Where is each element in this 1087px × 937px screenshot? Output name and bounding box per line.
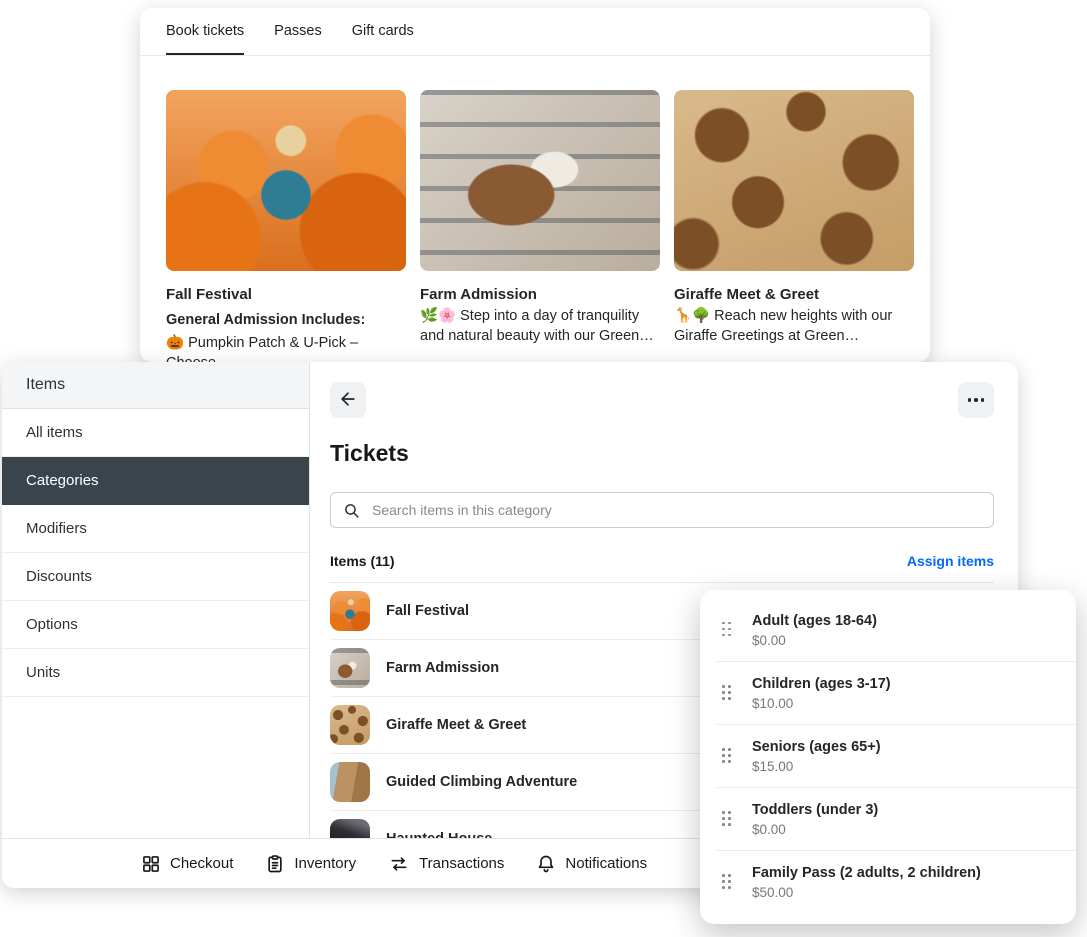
variant-price: $10.00 [752, 696, 891, 711]
item-name: Farm Admission [386, 660, 499, 676]
card-farm-admission[interactable]: Farm Admission 🌿🌸 Step into a day of tra… [420, 90, 660, 362]
card-fall-festival[interactable]: Fall Festival General Admission Includes… [166, 90, 406, 362]
inventory-clipboard-icon [265, 854, 285, 874]
variant-price: $0.00 [752, 822, 878, 837]
transactions-arrows-icon [388, 854, 410, 874]
card-title: Fall Festival [166, 286, 406, 303]
more-options-button[interactable] [958, 382, 994, 418]
drag-handle-icon[interactable] [722, 747, 734, 765]
variant-row-adult[interactable]: Adult (ages 18-64) $0.00 [700, 598, 1076, 661]
nav-notifications[interactable]: Notifications [536, 854, 647, 874]
category-title: Tickets [330, 440, 994, 467]
search-input[interactable] [370, 501, 981, 519]
variant-name: Seniors (ages 65+) [752, 738, 881, 756]
variant-price: $50.00 [752, 885, 981, 900]
booking-window: Book tickets Passes Gift cards Fall Fest… [140, 8, 930, 362]
fall-festival-photo [166, 90, 406, 271]
drag-handle-icon[interactable] [722, 873, 734, 891]
sidebar-item-options[interactable]: Options [2, 601, 309, 649]
items-count-label: Items (11) [330, 553, 395, 569]
card-desc-bold: General Admission Includes: [166, 310, 406, 330]
assign-items-link[interactable]: Assign items [907, 553, 994, 569]
item-name: Guided Climbing Adventure [386, 774, 577, 790]
card-title: Giraffe Meet & Greet [674, 286, 914, 303]
item-thumbnail [330, 762, 370, 802]
variant-name: Adult (ages 18-64) [752, 612, 877, 630]
sidebar-title: Items [2, 362, 309, 409]
variant-name: Toddlers (under 3) [752, 801, 878, 819]
nav-inventory[interactable]: Inventory [265, 854, 356, 874]
card-desc: 🎃 Pumpkin Patch & U-Pick – Choose… [166, 333, 406, 362]
search-icon [343, 502, 360, 519]
back-button[interactable] [330, 382, 366, 418]
card-giraffe-meet-greet[interactable]: Giraffe Meet & Greet 🦒🌳 Reach new height… [674, 90, 914, 362]
item-name: Giraffe Meet & Greet [386, 717, 526, 733]
variant-price: $15.00 [752, 759, 881, 774]
tab-book-tickets[interactable]: Book tickets [166, 8, 244, 55]
drag-handle-icon[interactable] [722, 621, 734, 639]
variant-name: Children (ages 3-17) [752, 675, 891, 693]
nav-label: Checkout [170, 855, 233, 872]
tab-gift-cards[interactable]: Gift cards [352, 8, 414, 55]
arrow-left-icon [338, 389, 358, 412]
card-title: Farm Admission [420, 286, 660, 303]
ticket-variants-panel: Adult (ages 18-64) $0.00 Children (ages … [700, 590, 1076, 924]
nav-label: Inventory [294, 855, 356, 872]
card-desc: 🌿🌸 Step into a day of tranquility and na… [420, 306, 660, 346]
farm-admission-photo [420, 90, 660, 271]
item-thumbnail [330, 591, 370, 631]
item-thumbnail [330, 648, 370, 688]
sidebar-item-discounts[interactable]: Discounts [2, 553, 309, 601]
nav-checkout[interactable]: Checkout [141, 854, 233, 874]
notifications-bell-icon [536, 854, 556, 874]
tab-passes[interactable]: Passes [274, 8, 322, 55]
variant-price: $0.00 [752, 633, 877, 648]
item-name: Fall Festival [386, 603, 469, 619]
item-thumbnail [330, 705, 370, 745]
sidebar-item-modifiers[interactable]: Modifiers [2, 505, 309, 553]
variant-row-children[interactable]: Children (ages 3-17) $10.00 [716, 661, 1076, 724]
variant-row-seniors[interactable]: Seniors (ages 65+) $15.00 [716, 724, 1076, 787]
ellipsis-icon [968, 398, 985, 402]
product-cards: Fall Festival General Admission Includes… [140, 56, 930, 362]
sidebar-item-all-items[interactable]: All items [2, 409, 309, 457]
nav-transactions[interactable]: Transactions [388, 854, 504, 874]
sidebar-item-categories[interactable]: Categories [2, 457, 309, 505]
drag-handle-icon[interactable] [722, 684, 734, 702]
items-sidebar: Items All items Categories Modifiers Dis… [2, 362, 310, 888]
nav-label: Notifications [565, 855, 647, 872]
card-desc: 🦒🌳 Reach new heights with our Giraffe Gr… [674, 306, 914, 346]
variant-row-family-pass[interactable]: Family Pass (2 adults, 2 children) $50.0… [716, 850, 1076, 913]
drag-handle-icon[interactable] [722, 810, 734, 828]
booking-tabs-bar: Book tickets Passes Gift cards [140, 8, 930, 56]
giraffe-photo [674, 90, 914, 271]
nav-label: Transactions [419, 855, 504, 872]
variant-row-toddlers[interactable]: Toddlers (under 3) $0.00 [716, 787, 1076, 850]
sidebar-item-units[interactable]: Units [2, 649, 309, 697]
search-box[interactable] [330, 492, 994, 528]
variant-name: Family Pass (2 adults, 2 children) [752, 864, 981, 882]
checkout-grid-icon [141, 854, 161, 874]
